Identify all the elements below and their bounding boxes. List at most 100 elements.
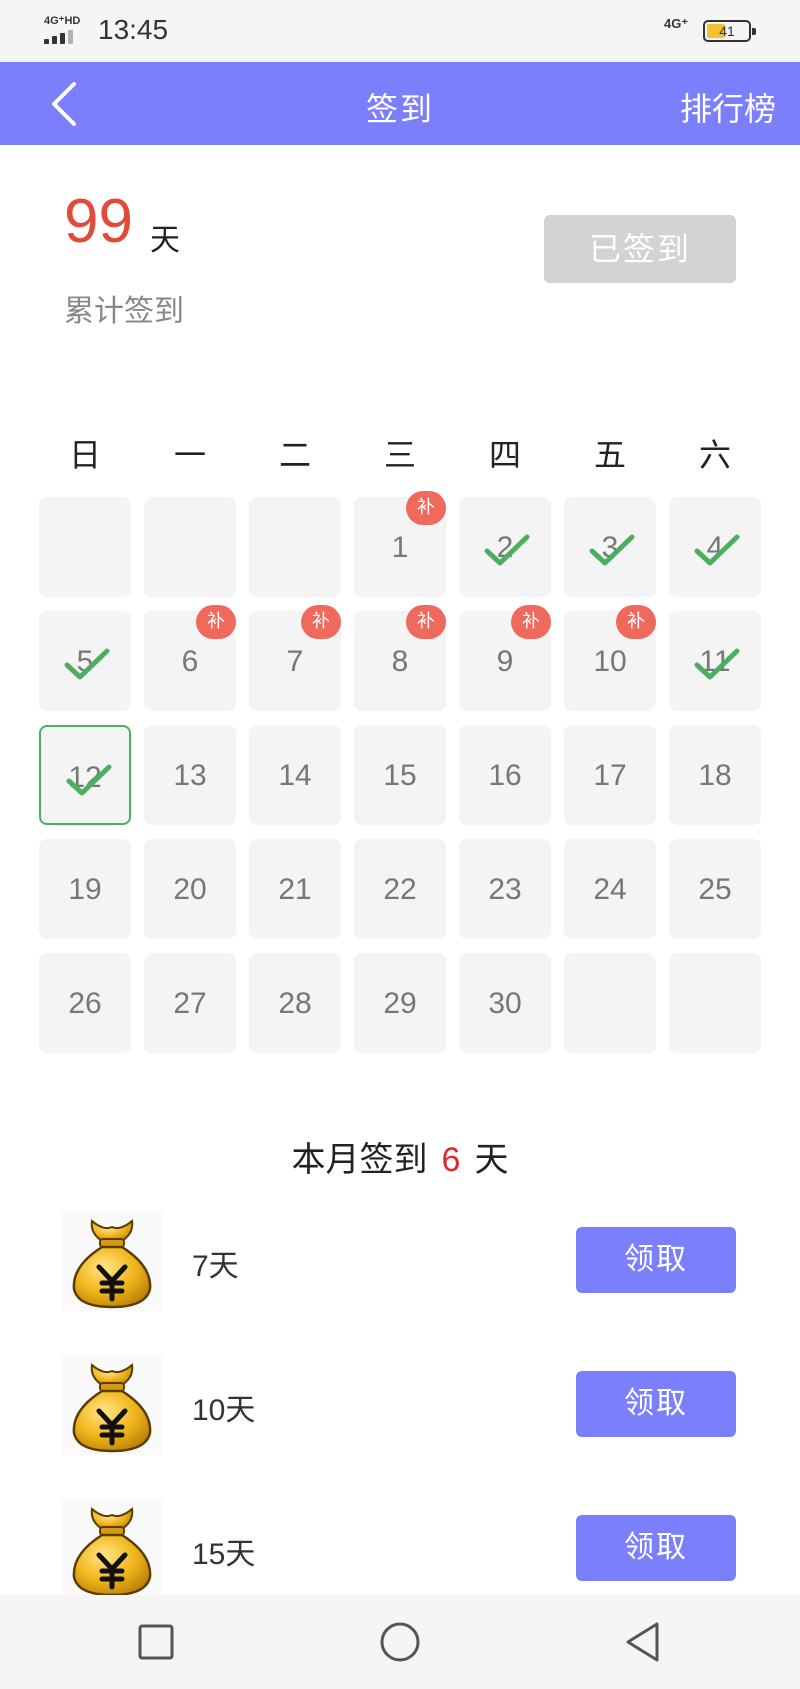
circle-icon [380,1622,420,1662]
empty-day-cell [669,953,761,1053]
day-number: 17 [593,759,627,792]
weekday-header: 日 一 二 三 四 五 六 [0,430,800,486]
makeup-badge[interactable]: 补 [616,605,656,639]
day-number: 26 [68,987,102,1020]
home-button[interactable] [375,1617,425,1667]
weekday-label: 六 [698,436,731,474]
reward-row: 10天 领取 [0,1355,800,1455]
day-number: 21 [278,873,312,906]
day-number: 29 [383,987,417,1020]
day-cell[interactable]: 17 [564,725,656,825]
clock: 13:45 [98,14,169,45]
claim-button[interactable]: 领取 [576,1227,736,1293]
day-number: 25 [698,873,732,906]
ranking-button[interactable]: 排行榜 [680,84,776,130]
signal-indicator: 4G⁺HD [44,14,88,44]
reward-row: 7天 领取 [0,1211,800,1311]
day-cell[interactable]: 16 [459,725,551,825]
makeup-badge[interactable]: 补 [196,605,236,639]
day-number: 24 [593,873,627,906]
day-cell[interactable]: 20 [144,839,236,939]
day-number: 30 [488,987,522,1020]
day-cell[interactable]: 15 [354,725,446,825]
day-number: 1 [391,531,409,564]
money-bag-graphic [72,1363,152,1453]
claim-button[interactable]: 领取 [576,1371,736,1437]
day-cell[interactable]: 1补 [354,491,446,597]
battery-level: 41 [719,23,735,39]
day-cell[interactable]: 7补 [249,605,341,711]
day-cell[interactable]: 18 [669,725,761,825]
month-checkin-summary: 本月签到 6 天 [0,1132,800,1181]
checkmark-icon [64,648,110,680]
empty-day-cell [144,497,236,597]
system-nav-bar [0,1595,800,1689]
checkmark-icon [484,534,530,566]
day-number: 15 [383,759,417,792]
day-cell[interactable]: 8补 [354,605,446,711]
day-cell[interactable]: 22 [354,839,446,939]
empty-day-cell [249,497,341,597]
day-number: 22 [383,873,417,906]
day-cell[interactable]: 12 [39,725,131,825]
day-cell[interactable]: 21 [249,839,341,939]
checkmark-icon [66,764,112,796]
reward-row: 15天 领取 [0,1499,800,1599]
day-cell[interactable]: 14 [249,725,341,825]
reward-threshold: 15天 [192,1538,256,1571]
day-cell[interactable]: 25 [669,839,761,939]
reward-threshold: 7天 [192,1250,239,1283]
claim-button[interactable]: 领取 [576,1515,736,1581]
signed-in-button[interactable]: 已签到 [544,215,736,283]
day-cell[interactable]: 23 [459,839,551,939]
money-bag-icon [62,1355,162,1455]
day-cell[interactable]: 28 [249,953,341,1053]
day-cell[interactable]: 4 [669,497,761,597]
day-cell[interactable]: 3 [564,497,656,597]
day-cell[interactable]: 2 [459,497,551,597]
money-bag-graphic [72,1507,152,1597]
back-nav-button[interactable] [619,1617,669,1667]
day-number: 20 [173,873,207,906]
month-checkin-count: 6 [441,1141,461,1179]
makeup-badge[interactable]: 补 [511,605,551,639]
calendar-grid: 1 补 2 3 4 5 6 补 7 补 8 补 9 补 10 补 11 12 13 14 15 16 17 18 19 20 21 2… [0,491,800,1057]
app-header: 签到 排行榜 [0,62,800,145]
checkmark-icon [694,648,740,680]
empty-day-cell [564,953,656,1053]
day-cell[interactable]: 29 [354,953,446,1053]
day-cell[interactable]: 11 [669,611,761,711]
day-number: 16 [488,759,522,792]
day-cell[interactable]: 13 [144,725,236,825]
makeup-badge[interactable]: 补 [406,491,446,525]
day-number: 8 [391,645,409,678]
total-checkin-label: 累计签到 [64,294,184,329]
day-cell[interactable]: 27 [144,953,236,1053]
day-cell[interactable]: 9补 [459,605,551,711]
weekday-label: 一 [173,436,206,474]
makeup-badge[interactable]: 补 [406,605,446,639]
weekday-label: 三 [383,436,416,474]
triangle-back-icon [626,1622,659,1662]
day-number: 23 [488,873,522,906]
checkmark-icon [589,534,635,566]
network-type-label: 4G⁺HD [44,15,81,27]
day-cell[interactable]: 19 [39,839,131,939]
day-cell[interactable]: 26 [39,953,131,1053]
total-days-unit: 天 [150,223,180,258]
day-cell[interactable]: 24 [564,839,656,939]
recent-apps-button[interactable] [131,1617,181,1667]
makeup-badge[interactable]: 补 [301,605,341,639]
empty-day-cell [39,497,131,597]
day-number: 13 [173,759,207,792]
day-cell[interactable]: 10 补 [564,605,656,711]
day-number: 10 [593,645,627,678]
weekday-label: 二 [278,436,311,474]
day-cell[interactable]: 5 [39,611,131,711]
money-bag-icon [62,1499,162,1599]
month-summary-prefix: 本月签到 [291,1140,428,1180]
day-number: 14 [278,759,312,792]
day-cell[interactable]: 6补 [144,605,236,711]
signal-bars-icon [44,30,84,44]
day-cell[interactable]: 30 [459,953,551,1053]
